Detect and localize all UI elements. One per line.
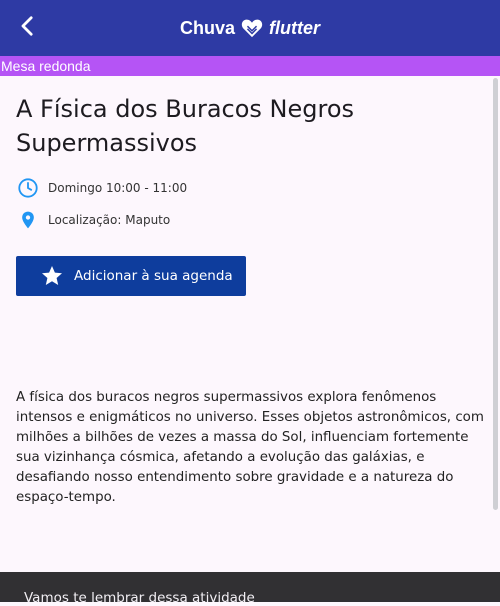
location-row: Localização: Maputo <box>16 208 170 232</box>
add-to-agenda-button[interactable]: Adicionar à sua agenda <box>16 256 246 296</box>
star-icon <box>40 264 64 288</box>
activity-description: A física dos buracos negros supermassivo… <box>16 390 484 505</box>
scrollbar[interactable] <box>493 78 498 510</box>
category-banner: Mesa redonda <box>0 56 500 76</box>
snackbar: Vamos te lembrar dessa atividade <box>0 572 500 606</box>
snackbar-message: Vamos te lembrar dessa atividade <box>24 590 255 606</box>
brand-name-right: flutter <box>269 17 320 38</box>
location-pin-icon <box>16 208 40 232</box>
brand-logo: Chuva flutter <box>0 0 500 56</box>
location-text: Localização: Maputo <box>48 213 171 227</box>
schedule-text: Domingo 10:00 - 11:00 <box>48 181 188 195</box>
category-label: Mesa redonda <box>1 58 91 74</box>
app-bar: Chuva flutter <box>0 0 500 56</box>
add-to-agenda-label: Adicionar à sua agenda <box>74 268 233 284</box>
heart-icon <box>241 18 263 38</box>
brand-name-left: Chuva <box>179 17 235 38</box>
schedule-row: Domingo 10:00 - 11:00 <box>16 176 187 200</box>
activity-title: A Física dos Buracos Negros Supermassivo… <box>16 95 355 157</box>
clock-icon <box>16 176 40 200</box>
